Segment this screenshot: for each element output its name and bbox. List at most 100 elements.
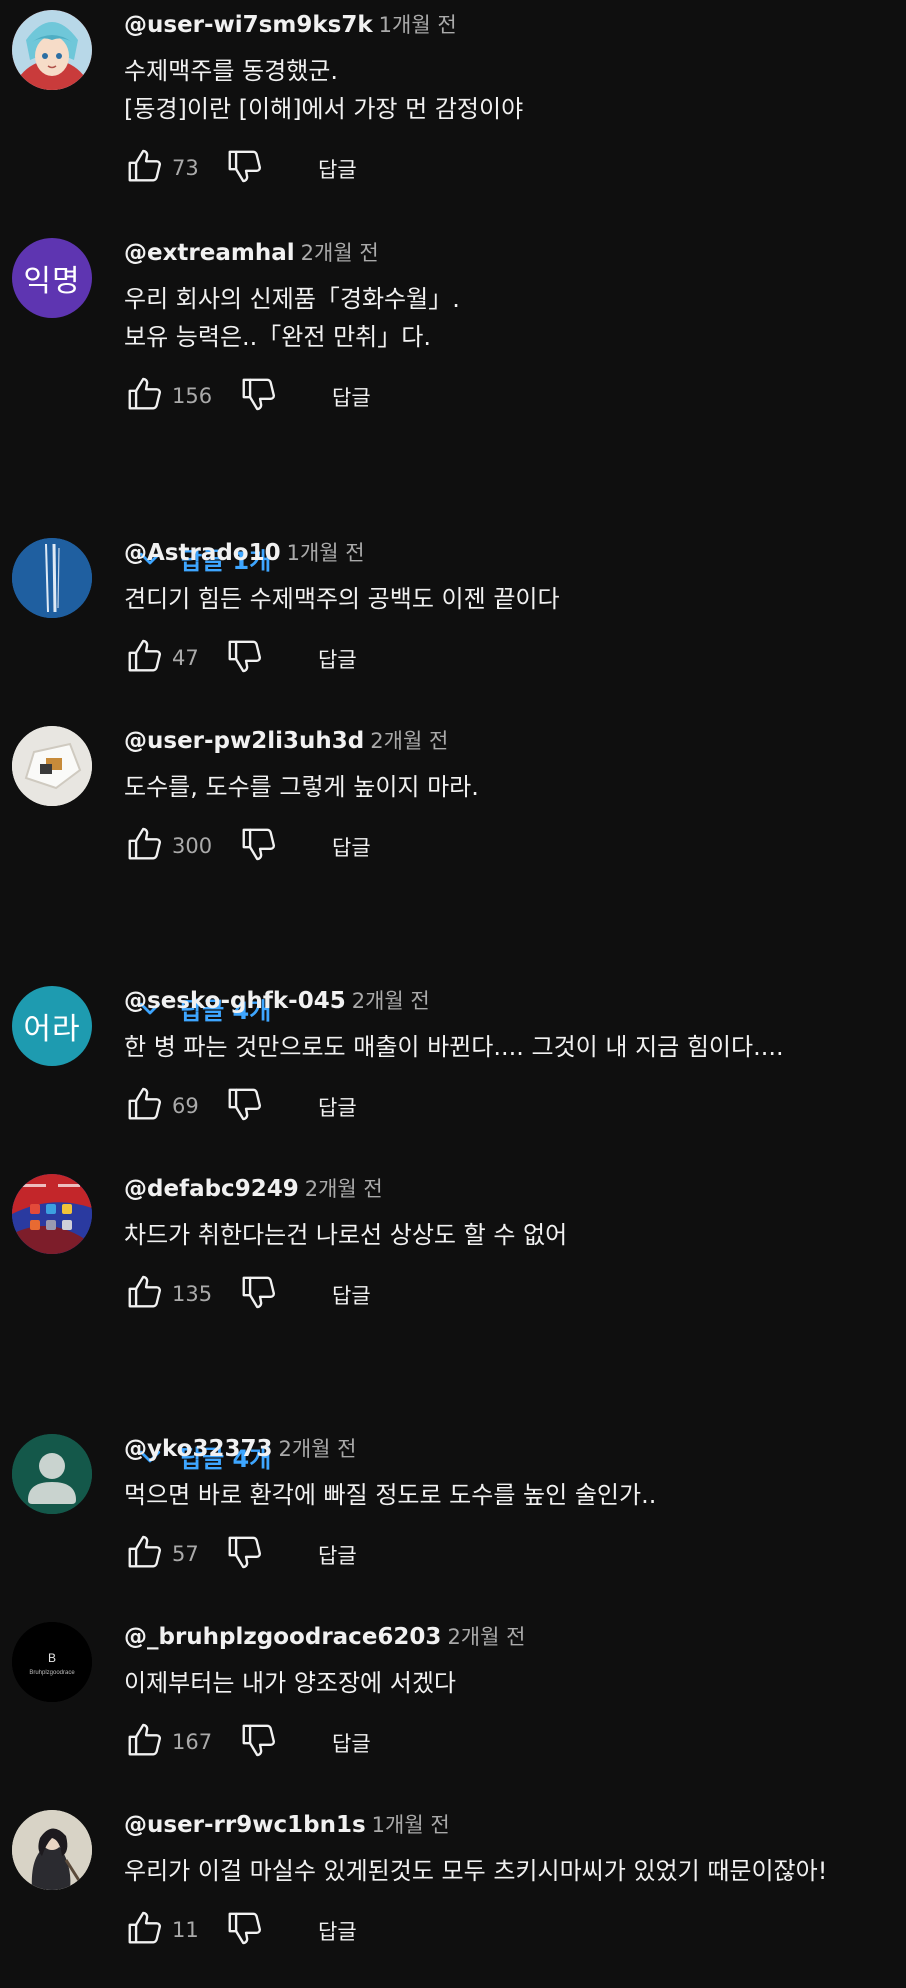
comment-timestamp[interactable]: 1개월 전 xyxy=(287,541,365,565)
comment-actions: 69 답글 xyxy=(124,1086,896,1134)
comment-author[interactable]: @user-rr9wc1bn1s xyxy=(124,1812,366,1838)
thumbs-down-icon xyxy=(239,1721,277,1763)
comment-text-line: 우리가 이걸 마실수 있게된것도 모두 츠키시마씨가 있었기 때문이잖아! xyxy=(124,1857,828,1885)
comment-text: 수제맥주를 동경했군. [동경]이란 [이해]에서 가장 먼 감정이야 xyxy=(124,52,896,128)
thumbs-up-icon xyxy=(125,1273,163,1315)
comment-text-line: 보유 능력은..「완전 만취」다. xyxy=(124,323,431,351)
dislike-button[interactable] xyxy=(224,1910,264,1950)
avatar[interactable] xyxy=(12,726,92,806)
comment-text-line: 한 병 파는 것만으로도 매출이 바뀐다.... 그것이 내 지금 힘이다...… xyxy=(124,1033,784,1061)
comment-author[interactable]: @extreamhal xyxy=(124,240,295,266)
comment-text-line: [동경]이란 [이해]에서 가장 먼 감정이야 xyxy=(124,95,524,123)
dislike-button[interactable] xyxy=(238,1722,278,1762)
comment-author[interactable]: @Astrado10 xyxy=(124,540,281,566)
comment-author[interactable]: @_bruhplzgoodrace6203 xyxy=(124,1624,441,1650)
like-button[interactable] xyxy=(124,638,164,678)
avatar[interactable] xyxy=(12,1174,92,1254)
comment-author[interactable]: @defabc9249 xyxy=(124,1176,299,1202)
like-count: 11 xyxy=(172,1918,199,1942)
comment-timestamp[interactable]: 2개월 전 xyxy=(301,241,379,265)
thumbs-down-icon xyxy=(225,637,263,679)
like-count: 69 xyxy=(172,1094,199,1118)
dislike-button[interactable] xyxy=(224,1534,264,1574)
like-count: 73 xyxy=(172,156,199,180)
avatar-initials: 어라 xyxy=(23,1012,81,1047)
comment-text-line: 도수를, 도수를 그렇게 높이지 마라. xyxy=(124,773,479,801)
like-count: 57 xyxy=(172,1542,199,1566)
avatar[interactable] xyxy=(12,538,92,618)
comment-author[interactable]: @user-pw2li3uh3d xyxy=(124,728,364,754)
dislike-button[interactable] xyxy=(224,148,264,188)
comment-text: 견디기 힘든 수제맥주의 공백도 이젠 끝이다 xyxy=(124,580,896,618)
comment-actions: 57 답글 xyxy=(124,1534,896,1582)
comment-text-line: 이제부터는 내가 양조장에 서겠다 xyxy=(124,1669,457,1697)
comment-author[interactable]: @user-wi7sm9ks7k xyxy=(124,12,373,38)
comment-timestamp[interactable]: 2개월 전 xyxy=(447,1625,525,1649)
avatar[interactable] xyxy=(12,1434,92,1514)
reply-button[interactable]: 답글 xyxy=(332,1280,371,1310)
reply-button[interactable]: 답글 xyxy=(332,382,371,412)
comment-author[interactable]: @sesko-ghfk-045 xyxy=(124,988,346,1014)
reply-button[interactable]: 답글 xyxy=(318,154,357,184)
dislike-button[interactable] xyxy=(238,826,278,866)
like-button[interactable] xyxy=(124,376,164,416)
comment-actions: 11 답글 xyxy=(124,1910,896,1958)
dislike-button[interactable] xyxy=(238,1274,278,1314)
comment-timestamp[interactable]: 2개월 전 xyxy=(370,729,448,753)
like-button[interactable] xyxy=(124,1274,164,1314)
like-count: 156 xyxy=(172,384,213,408)
dislike-button[interactable] xyxy=(224,1086,264,1126)
thumbs-down-icon xyxy=(225,1909,263,1951)
comment-timestamp[interactable]: 2개월 전 xyxy=(305,1177,383,1201)
reply-button[interactable]: 답글 xyxy=(332,1728,371,1758)
comment-text: 우리 회사의 신제품「경화수월」. 보유 능력은..「완전 만취」다. xyxy=(124,280,896,356)
thumbs-up-icon xyxy=(125,825,163,867)
comment-timestamp[interactable]: 1개월 전 xyxy=(372,1813,450,1837)
reply-button[interactable]: 답글 xyxy=(318,1916,357,1946)
thumbs-up-icon xyxy=(125,1721,163,1763)
like-count: 167 xyxy=(172,1730,213,1754)
like-button[interactable] xyxy=(124,1086,164,1126)
comment-text-line: 견디기 힘든 수제맥주의 공백도 이젠 끝이다 xyxy=(124,585,560,613)
reply-button[interactable]: 답글 xyxy=(332,832,371,862)
thumbs-down-icon xyxy=(225,1085,263,1127)
comment-author[interactable]: @yko32373 xyxy=(124,1436,273,1462)
reply-button[interactable]: 답글 xyxy=(318,644,357,674)
comment-timestamp[interactable]: 2개월 전 xyxy=(352,989,430,1013)
comment-actions: 73 답글 xyxy=(124,148,896,196)
comment-actions: 300 답글 xyxy=(124,826,896,874)
avatar-initials: 익명 xyxy=(23,264,81,299)
thumbs-down-icon xyxy=(239,1273,277,1315)
like-button[interactable] xyxy=(124,1910,164,1950)
svg-text:B: B xyxy=(48,1651,56,1665)
comment-timestamp[interactable]: 1개월 전 xyxy=(379,13,457,37)
thumbs-up-icon xyxy=(125,637,163,679)
thumbs-down-icon xyxy=(239,375,277,417)
avatar[interactable]: 익명 xyxy=(12,238,92,318)
like-button[interactable] xyxy=(124,1534,164,1574)
comment-actions: 135 답글 xyxy=(124,1274,896,1322)
avatar[interactable] xyxy=(12,1810,92,1890)
like-button[interactable] xyxy=(124,1722,164,1762)
thumbs-down-icon xyxy=(225,1533,263,1575)
comment-actions: 167 답글 xyxy=(124,1722,896,1770)
comment-text: 차드가 취한다는건 나로선 상상도 할 수 없어 xyxy=(124,1216,896,1254)
comment-text-line: 우리 회사의 신제품「경화수월」. xyxy=(124,285,460,313)
comment-actions: 47 답글 xyxy=(124,638,896,686)
dislike-button[interactable] xyxy=(224,638,264,678)
avatar[interactable] xyxy=(12,10,92,90)
comment-timestamp[interactable]: 2개월 전 xyxy=(279,1437,357,1461)
avatar[interactable]: 어라 xyxy=(12,986,92,1066)
reply-button[interactable]: 답글 xyxy=(318,1540,357,1570)
comment-text-line: 수제맥주를 동경했군. xyxy=(124,57,338,85)
avatar[interactable]: B Bruhplzgoodrace xyxy=(12,1622,92,1702)
reply-button[interactable]: 답글 xyxy=(318,1092,357,1122)
comment-text: 우리가 이걸 마실수 있게된것도 모두 츠키시마씨가 있었기 때문이잖아! xyxy=(124,1852,896,1890)
like-button[interactable] xyxy=(124,148,164,188)
thumbs-up-icon xyxy=(125,1533,163,1575)
like-button[interactable] xyxy=(124,826,164,866)
like-count: 300 xyxy=(172,834,213,858)
thumbs-up-icon xyxy=(125,147,163,189)
comment-text: 먹으면 바로 환각에 빠질 정도로 도수를 높인 술인가.. xyxy=(124,1476,896,1514)
dislike-button[interactable] xyxy=(238,376,278,416)
